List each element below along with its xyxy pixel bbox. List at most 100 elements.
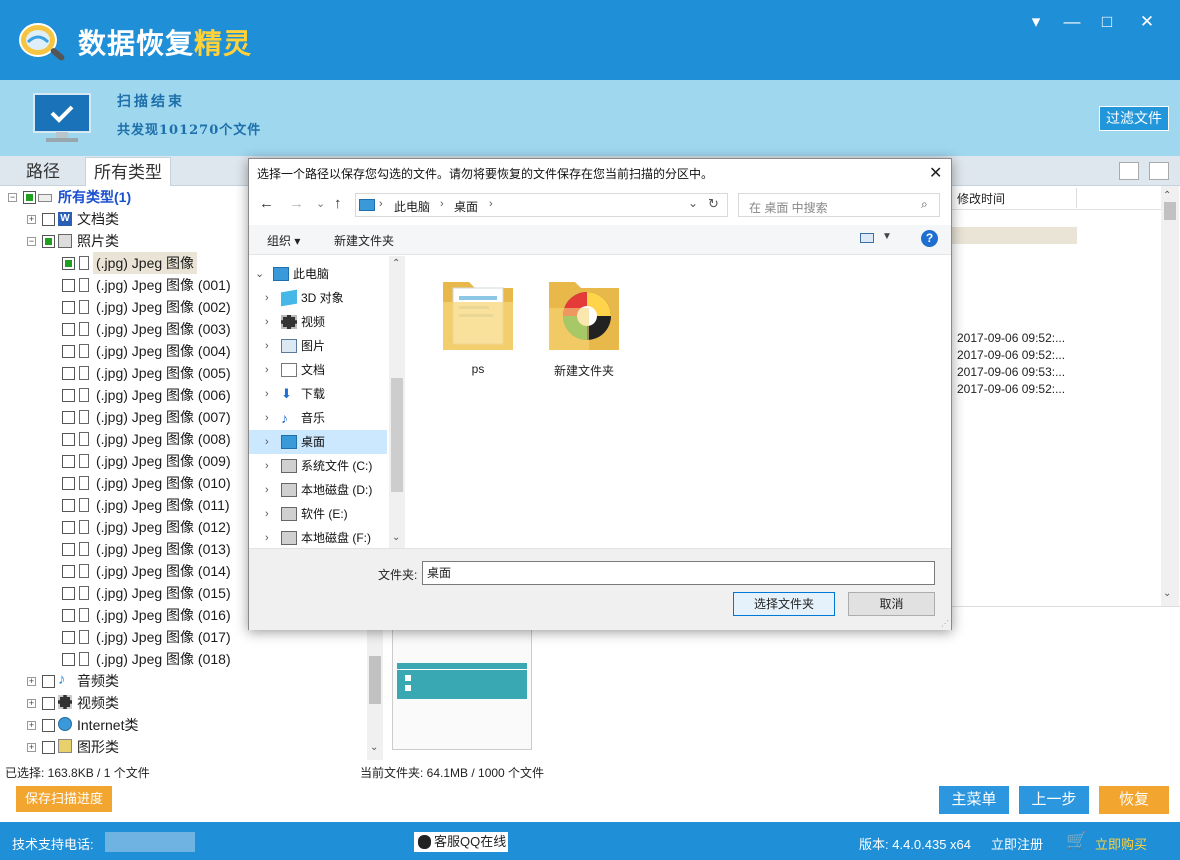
checkbox[interactable] [62, 323, 75, 336]
checkbox[interactable] [62, 345, 75, 358]
tree-photo-item[interactable]: (.jpg) Jpeg 图像 (018) [0, 648, 367, 670]
folder-item-ps[interactable]: ps [433, 268, 523, 378]
chevron-right-icon[interactable]: › [265, 286, 269, 310]
checkbox[interactable] [62, 257, 75, 270]
checkbox[interactable] [62, 631, 75, 644]
main-menu-button[interactable]: 主菜单 [939, 786, 1009, 814]
checkbox[interactable] [62, 543, 75, 556]
checkbox[interactable] [42, 719, 55, 732]
file-list-scrollbar[interactable]: ⌃ ⌄ [1161, 186, 1179, 606]
checkbox[interactable] [42, 741, 55, 754]
select-folder-button[interactable]: 选择文件夹 [733, 592, 835, 616]
chevron-right-icon[interactable]: › [265, 430, 269, 454]
new-folder-button[interactable]: 新建文件夹 [334, 232, 394, 249]
nav-scrollbar[interactable]: ⌃ ⌄ [389, 256, 405, 548]
tree-internet[interactable]: Internet类 [77, 714, 138, 736]
dialog-close-icon[interactable]: ✕ [929, 163, 942, 183]
nav-item-documents[interactable]: › 文档 [249, 358, 387, 382]
minimize-icon[interactable]: — [1060, 10, 1084, 34]
tree-docs[interactable]: 文档类 [77, 208, 119, 230]
checkbox[interactable] [62, 653, 75, 666]
checkbox[interactable] [62, 587, 75, 600]
expand-icon[interactable]: + [27, 215, 36, 224]
tab-path[interactable]: 路径 [14, 157, 72, 186]
chevron-right-icon[interactable]: › [265, 382, 269, 406]
checkbox[interactable] [62, 521, 75, 534]
prev-step-button[interactable]: 上一步 [1019, 786, 1089, 814]
chevron-down-icon[interactable]: ⌄ [255, 262, 264, 286]
qq-service-button[interactable]: 客服QQ在线 [414, 832, 508, 852]
nav-item-music[interactable]: › ♪ 音乐 [249, 406, 387, 430]
tab-all-types[interactable]: 所有类型 [85, 157, 171, 186]
expand-icon[interactable]: + [27, 677, 36, 686]
checkbox[interactable] [62, 301, 75, 314]
checkbox[interactable] [42, 213, 55, 226]
breadcrumb-desktop[interactable]: 桌面 [454, 198, 478, 215]
buy-now-link[interactable]: 立即购买 [1095, 834, 1147, 853]
tree-root-all-types[interactable]: 所有类型(1) [58, 186, 131, 208]
collapse-icon[interactable]: − [8, 193, 17, 202]
checkbox[interactable] [42, 697, 55, 710]
folder-item-new-folder[interactable]: 新建文件夹 [539, 268, 629, 378]
selected-row-highlight[interactable] [952, 227, 1077, 244]
checkbox[interactable] [62, 455, 75, 468]
refresh-icon[interactable]: ↻ [708, 196, 719, 212]
checkbox[interactable] [42, 235, 55, 248]
organize-button[interactable]: 组织 ▾ [267, 232, 300, 249]
expand-icon[interactable]: + [27, 699, 36, 708]
nav-item-drive-c[interactable]: › 系统文件 (C:) [249, 454, 387, 478]
checkbox[interactable] [23, 191, 36, 204]
checkbox[interactable] [62, 609, 75, 622]
maximize-icon[interactable]: □ [1095, 10, 1119, 34]
column-modified-time[interactable]: 修改时间 [957, 190, 1005, 207]
checkbox[interactable] [62, 389, 75, 402]
up-arrow-icon[interactable]: ↑ [334, 195, 342, 212]
tree-graphics[interactable]: 图形类 [77, 736, 119, 758]
chevron-right-icon[interactable]: › [265, 454, 269, 478]
expand-icon[interactable]: + [27, 721, 36, 730]
checkbox[interactable] [62, 367, 75, 380]
nav-item-downloads[interactable]: › ⬇ 下载 [249, 382, 387, 406]
back-arrow-icon[interactable]: ← [259, 195, 274, 212]
nav-item-drive-e[interactable]: › 软件 (E:) [249, 502, 387, 526]
chevron-right-icon[interactable]: › [265, 358, 269, 382]
checkbox[interactable] [62, 477, 75, 490]
close-icon[interactable]: ✕ [1135, 10, 1159, 34]
checkbox[interactable] [42, 675, 55, 688]
filter-files-button[interactable]: 过滤文件 [1099, 106, 1169, 131]
checkbox[interactable] [62, 433, 75, 446]
tree-audio[interactable]: 音频类 [77, 670, 119, 692]
nav-item-this-pc[interactable]: ⌄ 此电脑 [249, 262, 387, 286]
view-dropdown-icon[interactable]: ▼ [882, 231, 892, 242]
forward-arrow-icon[interactable]: → [289, 195, 304, 212]
list-view-icon[interactable] [1149, 162, 1169, 180]
help-icon[interactable]: ? [921, 230, 938, 247]
recover-button[interactable]: 恢复 [1099, 786, 1169, 814]
checkbox[interactable] [62, 565, 75, 578]
nav-item-drive-f[interactable]: › 本地磁盘 (F:) [249, 526, 387, 548]
expand-icon[interactable]: + [27, 743, 36, 752]
checkbox[interactable] [62, 499, 75, 512]
tree-video[interactable]: 视频类 [77, 692, 119, 714]
folder-name-input[interactable]: 桌面 [422, 561, 935, 585]
chevron-right-icon[interactable]: › [265, 502, 269, 526]
grid-view-icon[interactable] [1119, 162, 1139, 180]
checkbox[interactable] [62, 279, 75, 292]
nav-item-videos[interactable]: › 视频 [249, 310, 387, 334]
register-link[interactable]: 立即注册 [991, 834, 1043, 853]
view-options-icon[interactable] [860, 233, 874, 243]
nav-item-3d-objects[interactable]: › 3D 对象 [249, 286, 387, 310]
menu-dropdown-icon[interactable]: ▾ [1024, 10, 1048, 34]
chevron-right-icon[interactable]: › [265, 478, 269, 502]
address-dropdown-icon[interactable]: ⌄ [688, 196, 698, 210]
chevron-right-icon[interactable]: › [265, 406, 269, 430]
chevron-right-icon[interactable]: › [265, 334, 269, 358]
save-scan-progress-button[interactable]: 保存扫描进度 [16, 786, 112, 812]
checkbox[interactable] [62, 411, 75, 424]
chevron-right-icon[interactable]: › [265, 526, 269, 548]
nav-item-pictures[interactable]: › 图片 [249, 334, 387, 358]
chevron-right-icon[interactable]: › [265, 310, 269, 334]
address-bar[interactable]: › 此电脑 › 桌面 › ⌄ ↻ [355, 193, 728, 217]
breadcrumb-this-pc[interactable]: 此电脑 [394, 198, 430, 215]
search-box[interactable]: 在 桌面 中搜索 ⌕ [738, 193, 940, 217]
